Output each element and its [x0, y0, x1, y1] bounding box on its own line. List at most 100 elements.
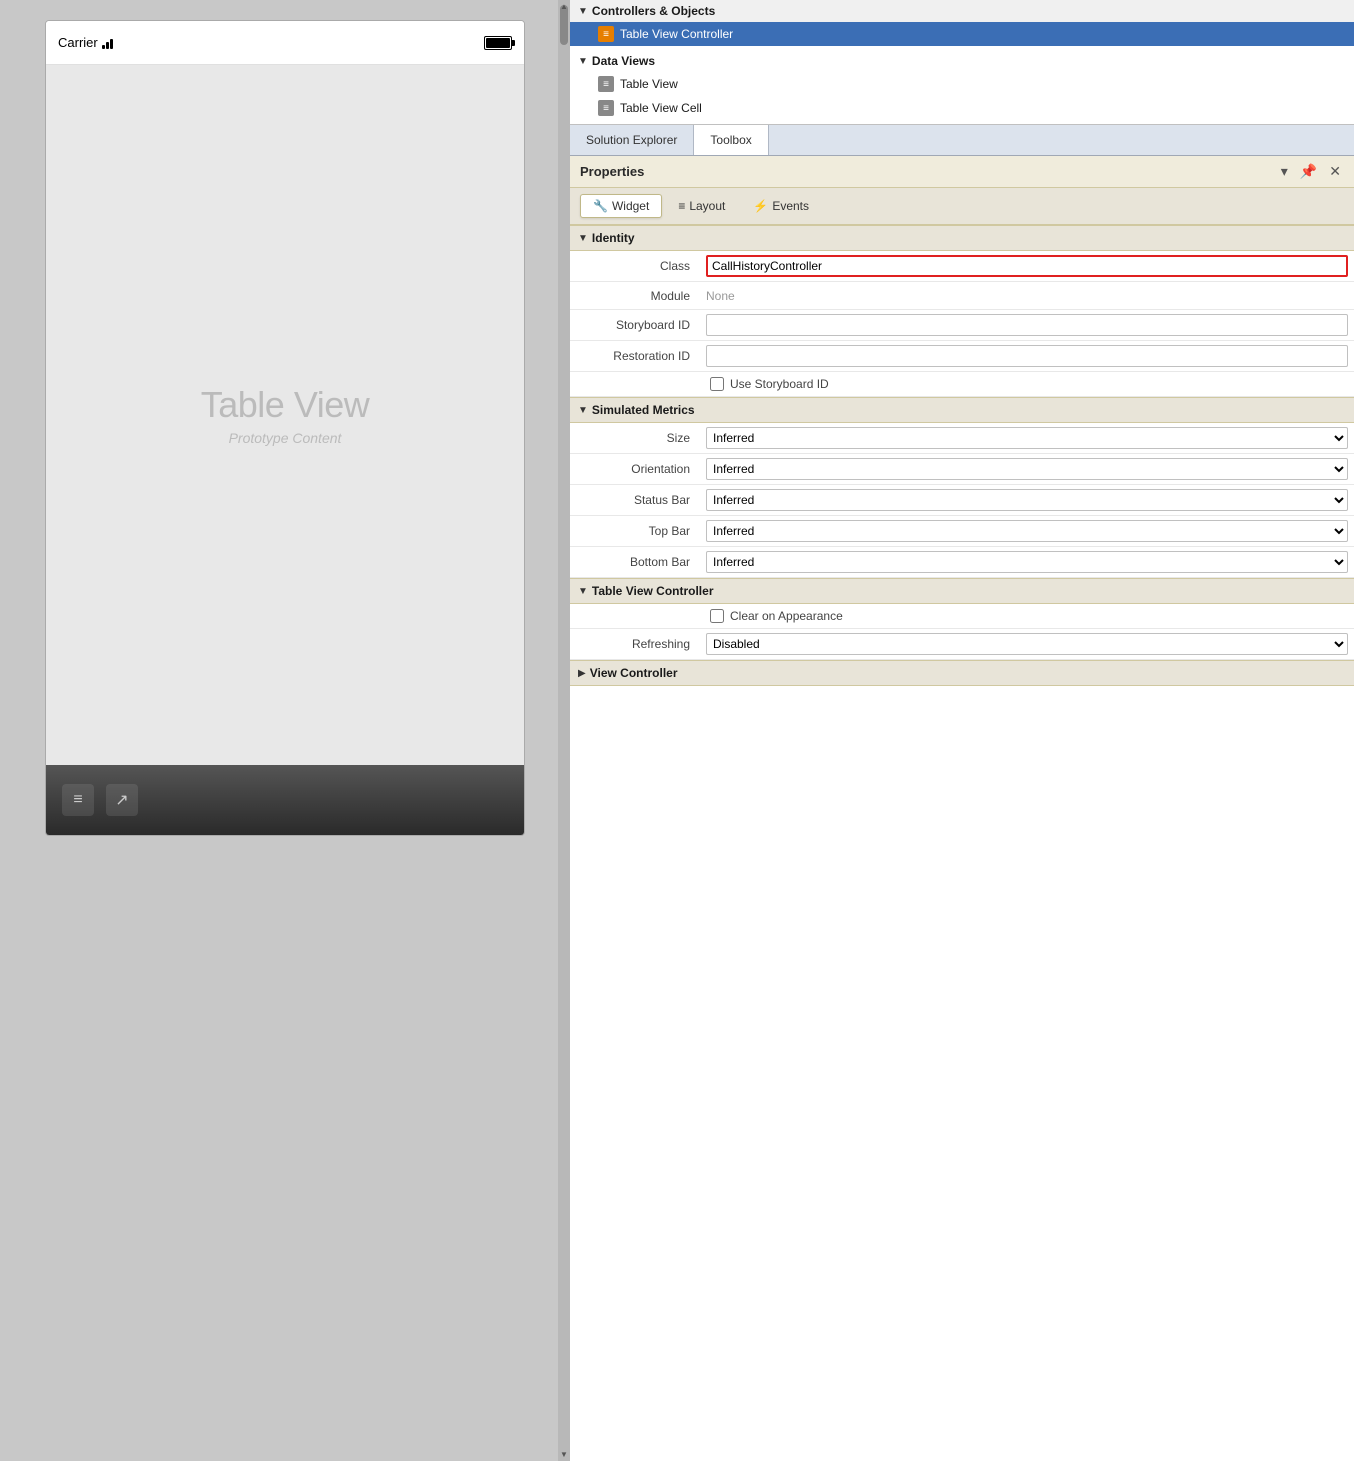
restoration-id-input[interactable] [706, 345, 1348, 367]
iphone-frame: Carrier Table View Prototype Content ≡ ↗ [45, 20, 525, 836]
props-content: ▼ Identity Class Module None Storyboard … [570, 225, 1354, 1461]
clear-on-appearance-row: Clear on Appearance [570, 604, 1354, 629]
controller-icon: ≡ [598, 26, 614, 42]
data-views-arrow: ▼ [578, 56, 588, 67]
properties-panel: Properties ▾ 📌 ✕ 🔧 Widget ≡ Layout ⚡ Eve… [570, 156, 1354, 1461]
table-view-cell-icon: ≡ [598, 100, 614, 116]
widget-icon: 🔧 [593, 199, 608, 213]
top-bar-value: Inferred [700, 516, 1354, 546]
tree-item-table-view-cell[interactable]: ≡ Table View Cell [570, 96, 1354, 120]
restoration-id-label: Restoration ID [570, 345, 700, 367]
controllers-section-header[interactable]: ▼ Controllers & Objects [570, 0, 1354, 22]
carrier-label: Carrier [58, 35, 113, 50]
tree-item-table-view-cell-label: Table View Cell [620, 101, 702, 115]
table-view-controller-section-header[interactable]: ▼ Table View Controller [570, 578, 1354, 604]
module-value: None [700, 285, 1354, 307]
scroll-up-arrow[interactable]: ▲ [560, 2, 568, 11]
bottom-bar-row: Bottom Bar Inferred [570, 547, 1354, 578]
orientation-value: Inferred [700, 454, 1354, 484]
status-bar-row: Status Bar Inferred [570, 485, 1354, 516]
left-scrollbar[interactable]: ▲ ▼ [558, 0, 570, 1461]
iphone-content: Table View Prototype Content [46, 65, 524, 765]
identity-arrow: ▼ [578, 233, 588, 244]
tree-item-table-view-controller[interactable]: ≡ Table View Controller [570, 22, 1354, 46]
pin-btn[interactable]: 📌 [1297, 162, 1320, 181]
storyboard-id-label: Storyboard ID [570, 314, 700, 336]
storyboard-id-input[interactable] [706, 314, 1348, 336]
tab-toolbox[interactable]: Toolbox [694, 125, 768, 155]
simulator-panel: Carrier Table View Prototype Content ≡ ↗… [0, 0, 570, 1461]
orientation-row: Orientation Inferred [570, 454, 1354, 485]
class-input[interactable] [706, 255, 1348, 277]
close-btn[interactable]: ✕ [1326, 162, 1344, 181]
tab-layout[interactable]: ≡ Layout [666, 194, 737, 218]
share-icon: ↗ [106, 784, 138, 816]
status-bar: Carrier [46, 21, 524, 65]
orientation-select[interactable]: Inferred [706, 458, 1348, 480]
view-controller-section-header[interactable]: ▶ View Controller [570, 660, 1354, 686]
simulated-metrics-section-header[interactable]: ▼ Simulated Metrics [570, 397, 1354, 423]
refreshing-value: Disabled [700, 629, 1354, 659]
class-value [700, 251, 1354, 281]
battery-icon [484, 36, 512, 50]
restoration-id-row: Restoration ID [570, 341, 1354, 372]
status-bar-select[interactable]: Inferred [706, 489, 1348, 511]
wifi-icon [102, 37, 113, 49]
storyboard-id-value [700, 310, 1354, 340]
class-label: Class [570, 255, 700, 277]
view-controller-arrow: ▶ [578, 668, 586, 679]
tab-solution-explorer[interactable]: Solution Explorer [570, 125, 694, 155]
layout-icon: ≡ [678, 199, 685, 213]
controllers-arrow: ▼ [578, 6, 588, 17]
object-tree: ▼ Controllers & Objects ≡ Table View Con… [570, 0, 1354, 125]
identity-section-header[interactable]: ▼ Identity [570, 225, 1354, 251]
size-select[interactable]: Inferred [706, 427, 1348, 449]
class-row: Class [570, 251, 1354, 282]
table-view-icon: ≡ [598, 76, 614, 92]
bottom-bar-label: Bottom Bar [570, 551, 700, 573]
right-panel: ▼ Controllers & Objects ≡ Table View Con… [570, 0, 1354, 1461]
use-storyboard-id-checkbox[interactable] [710, 377, 724, 391]
bottom-bar-select[interactable]: Inferred [706, 551, 1348, 573]
header-actions: ▾ 📌 ✕ [1278, 162, 1344, 181]
tab-events[interactable]: ⚡ Events [741, 194, 821, 218]
scroll-thumb[interactable] [560, 5, 568, 45]
iphone-bottom-bar: ≡ ↗ [46, 765, 524, 835]
refreshing-label: Refreshing [570, 633, 700, 655]
properties-title: Properties [580, 164, 644, 179]
top-bar-select[interactable]: Inferred [706, 520, 1348, 542]
properties-header: Properties ▾ 📌 ✕ [570, 156, 1354, 188]
clear-on-appearance-label: Clear on Appearance [730, 609, 843, 623]
size-value: Inferred [700, 423, 1354, 453]
top-bar-row: Top Bar Inferred [570, 516, 1354, 547]
table-view-controller-arrow: ▼ [578, 586, 588, 597]
prop-tabs: 🔧 Widget ≡ Layout ⚡ Events [570, 188, 1354, 225]
status-bar-label: Status Bar [570, 489, 700, 511]
data-views-header[interactable]: ▼ Data Views [570, 50, 1354, 72]
module-label: Module [570, 285, 700, 307]
menu-icon: ≡ [62, 784, 94, 816]
use-storyboard-id-label: Use Storyboard ID [730, 377, 829, 391]
dropdown-btn[interactable]: ▾ [1278, 162, 1291, 181]
status-bar-value: Inferred [700, 485, 1354, 515]
clear-on-appearance-checkbox[interactable] [710, 609, 724, 623]
refreshing-row: Refreshing Disabled [570, 629, 1354, 660]
size-label: Size [570, 427, 700, 449]
refreshing-select[interactable]: Disabled [706, 633, 1348, 655]
restoration-id-value [700, 341, 1354, 371]
orientation-label: Orientation [570, 458, 700, 480]
tree-item-table-view[interactable]: ≡ Table View [570, 72, 1354, 96]
top-bar-label: Top Bar [570, 520, 700, 542]
events-icon: ⚡ [753, 199, 768, 213]
scroll-down-arrow[interactable]: ▼ [560, 1450, 568, 1459]
storyboard-id-row: Storyboard ID [570, 310, 1354, 341]
size-row: Size Inferred [570, 423, 1354, 454]
use-storyboard-id-row: Use Storyboard ID [570, 372, 1354, 397]
simulated-metrics-arrow: ▼ [578, 405, 588, 416]
bottom-tabs: Solution Explorer Toolbox [570, 125, 1354, 156]
tree-item-label: Table View Controller [620, 27, 733, 41]
table-view-placeholder: Table View [201, 384, 369, 426]
tab-widget[interactable]: 🔧 Widget [580, 194, 662, 218]
module-text: None [706, 289, 735, 303]
module-row: Module None [570, 282, 1354, 310]
